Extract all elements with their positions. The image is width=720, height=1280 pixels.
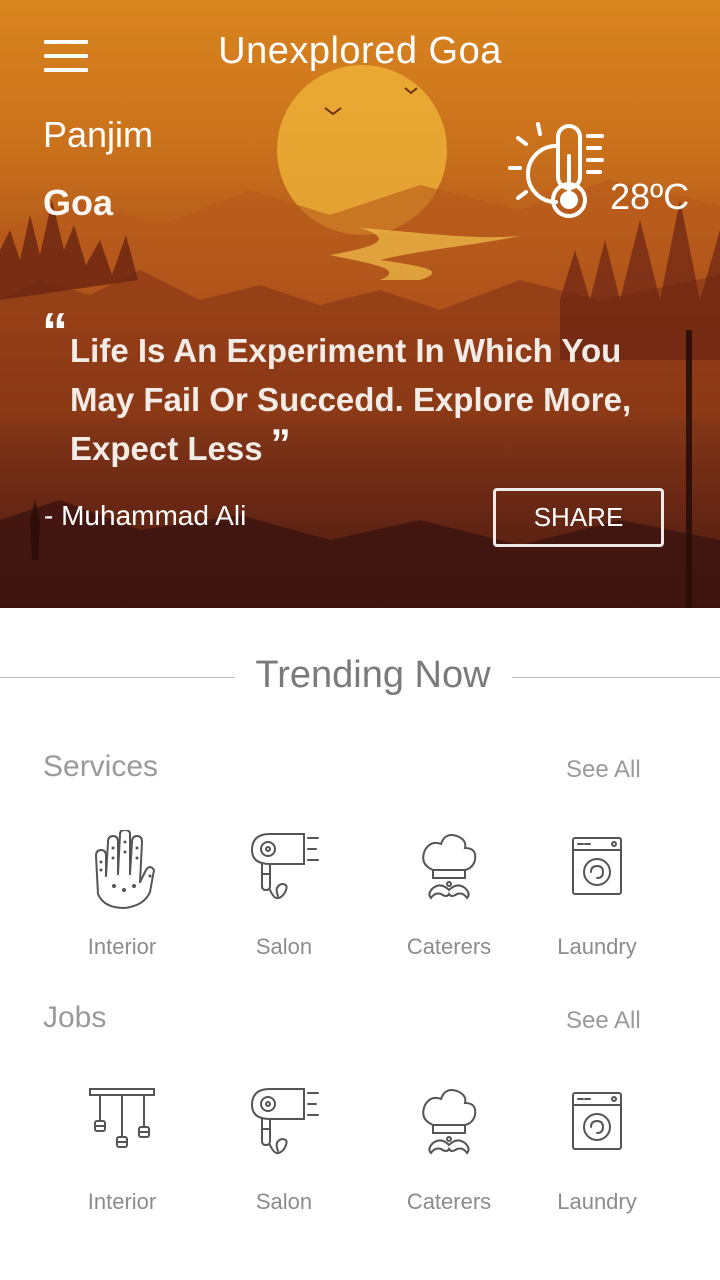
washing-machine-icon [572, 1092, 622, 1150]
job-label: Interior [87, 1189, 157, 1214]
pendant-lamps-icon [89, 1088, 155, 1148]
temperature-reading: 28ºC [610, 176, 690, 217]
service-label: Laundry [557, 934, 637, 959]
job-label: Laundry [557, 1189, 637, 1214]
chef-hat-icon [422, 1089, 477, 1155]
service-item-interior[interactable]: Interior [52, 830, 192, 960]
job-label: Caterers [406, 1189, 492, 1214]
quote-text: Life Is An Experiment In Which You May F… [70, 326, 670, 473]
services-see-all-link[interactable]: See All [566, 756, 641, 784]
location-state: Goa [43, 182, 114, 223]
app-title: Unexplored Goa [218, 30, 502, 72]
jobs-see-all-link[interactable]: See All [566, 1007, 641, 1035]
service-label: Caterers [406, 934, 492, 959]
share-button[interactable]: SHARE [493, 488, 664, 547]
mehndi-hand-icon [94, 830, 156, 910]
service-item-salon[interactable]: Salon [214, 830, 354, 960]
sun-thermometer-icon [508, 122, 604, 218]
trending-divider: Trending Now [0, 650, 720, 704]
location-city: Panjim [43, 114, 154, 155]
service-label: Salon [255, 934, 313, 959]
quote-open-mark: “ [42, 303, 68, 361]
job-item-caterers[interactable]: Caterers [379, 1085, 519, 1215]
hair-dryer-icon [250, 1088, 319, 1155]
hero-banner: Unexplored Goa Panjim Goa 28ºC “ Life Is… [0, 0, 720, 608]
chef-hat-icon [422, 834, 477, 900]
quote-body: Life Is An Experiment In Which You May F… [70, 332, 632, 467]
job-item-interior[interactable]: Interior [52, 1085, 192, 1215]
hair-dryer-icon [250, 833, 319, 900]
service-label: Interior [87, 934, 157, 959]
service-item-laundry[interactable]: Laundry [527, 830, 667, 960]
job-item-salon[interactable]: Salon [214, 1085, 354, 1215]
trending-title: Trending Now [255, 654, 491, 696]
quote-author: - Muhammad Ali [44, 500, 247, 531]
quote-close-mark: ” [270, 422, 291, 466]
section-title-services: Services [43, 750, 159, 783]
job-label: Salon [255, 1189, 313, 1214]
job-item-laundry[interactable]: Laundry [527, 1085, 667, 1215]
washing-machine-icon [572, 837, 622, 895]
service-item-caterers[interactable]: Caterers [379, 830, 519, 960]
section-title-jobs: Jobs [43, 1001, 107, 1034]
